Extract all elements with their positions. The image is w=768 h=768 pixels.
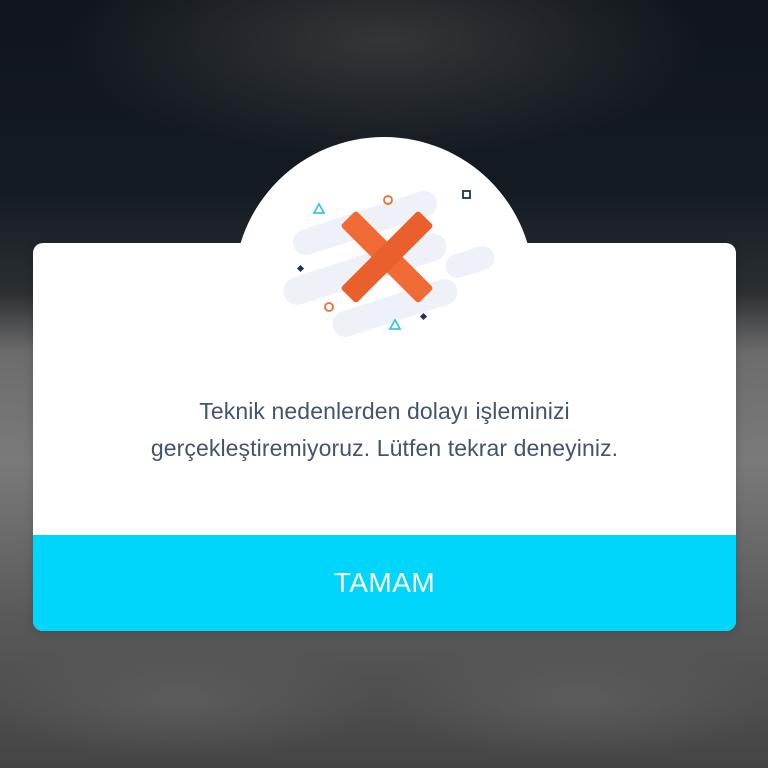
diamond-decor-icon-2	[419, 312, 428, 321]
circle-decor-icon-2	[324, 302, 334, 312]
error-message: Teknik nedenlerden dolayı işleminizi ger…	[33, 393, 736, 467]
error-message-line-1: Teknik nedenlerden dolayı işleminizi	[199, 398, 570, 424]
triangle-decor-icon	[312, 202, 326, 214]
error-message-line-2: gerçekleştiremiyoruz. Lütfen tekrar dene…	[150, 435, 619, 461]
square-decor-icon	[462, 190, 471, 199]
diamond-decor-icon	[296, 264, 305, 273]
ok-button[interactable]: TAMAM	[33, 535, 736, 631]
error-illustration	[283, 190, 495, 338]
